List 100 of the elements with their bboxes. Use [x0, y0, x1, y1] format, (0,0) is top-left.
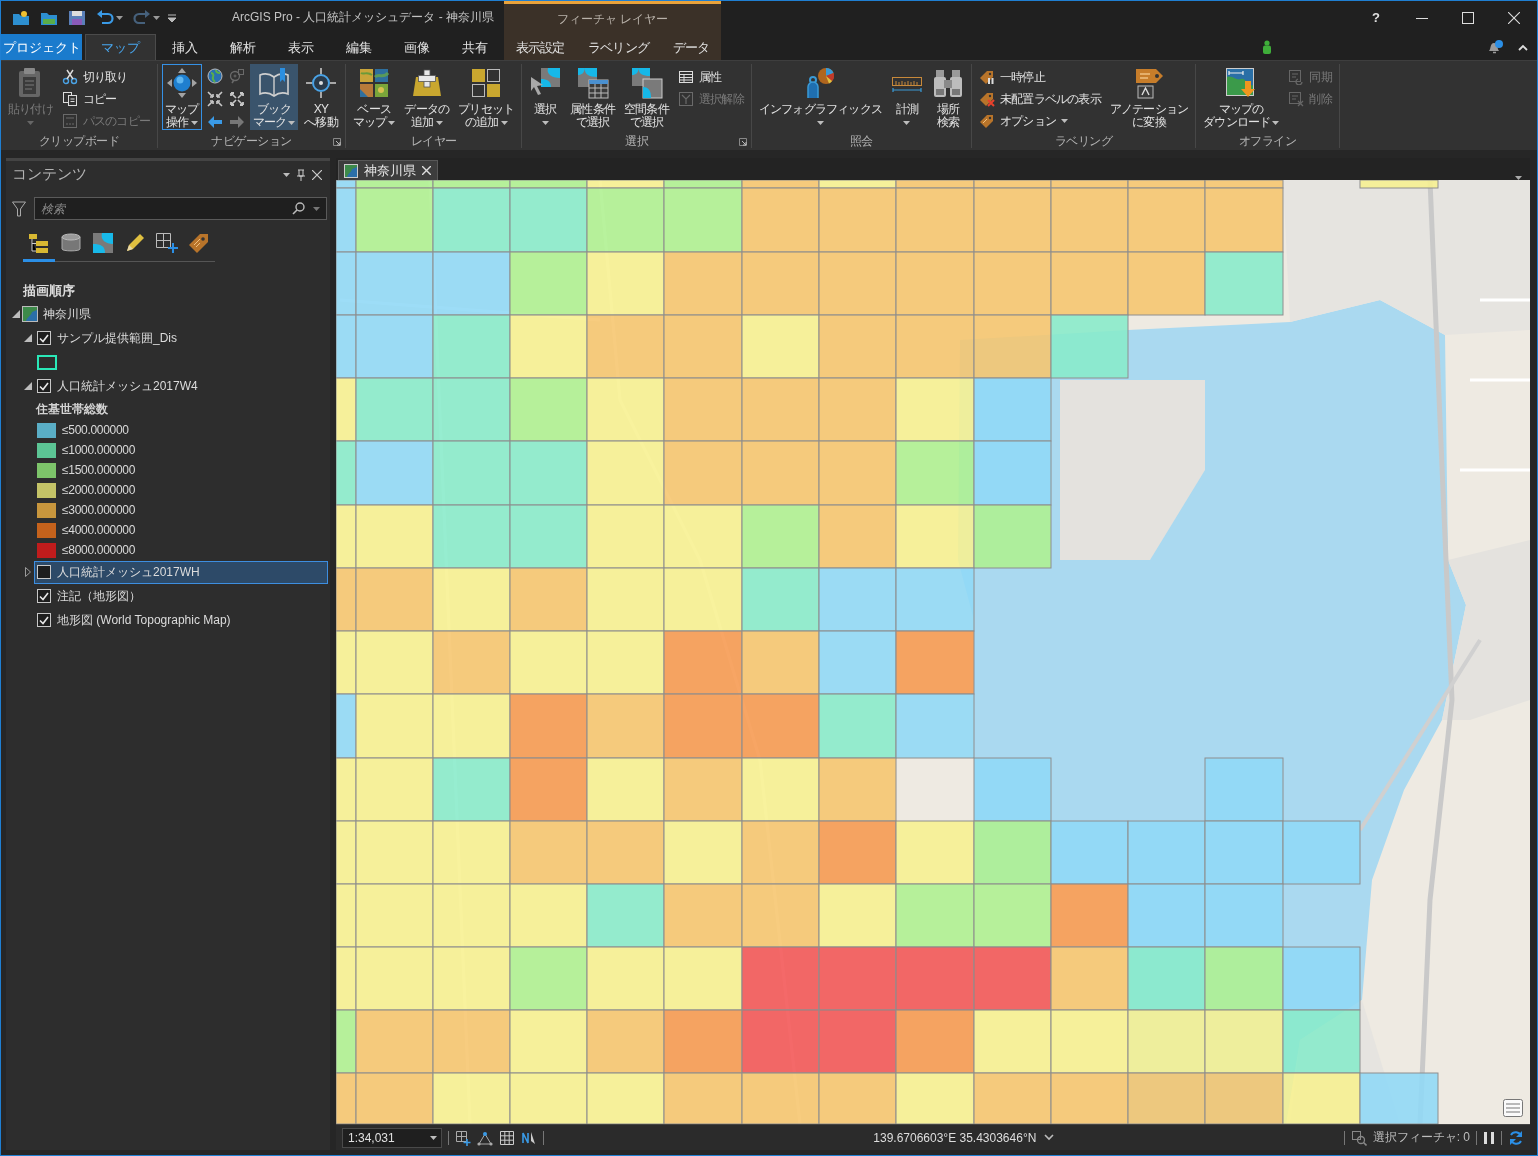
map-tab[interactable]: 神奈川県: [338, 160, 438, 180]
bell-icon[interactable]: [1486, 39, 1504, 55]
ribbon-tab[interactable]: 共有: [446, 34, 504, 60]
maximize-icon[interactable]: [1462, 11, 1474, 24]
contextual-tab-header: フィーチャ レイヤー: [556, 11, 669, 28]
attributes-button[interactable]: 属性: [674, 66, 747, 88]
unplaced-labels-button[interactable]: 未配置ラベルの表示: [975, 88, 1104, 110]
dialog-launcher-icon[interactable]: [738, 137, 747, 146]
ribbon-tab[interactable]: ラベリング: [582, 34, 656, 60]
snap-points-icon[interactable]: [477, 1129, 493, 1146]
layer-item[interactable]: 人口統計メッシュ2017WH: [34, 560, 328, 584]
arrows-outward-icon[interactable]: [228, 91, 245, 107]
layer-item[interactable]: サンプル提供範囲_Dis: [34, 326, 328, 350]
ribbon-tab[interactable]: 表示: [272, 34, 330, 60]
grid-plus-icon[interactable]: [455, 1129, 471, 1146]
go-to-xy-button[interactable]: XY へ移動: [301, 64, 341, 130]
pause-icon[interactable]: [1483, 1130, 1495, 1145]
ribbon-tab[interactable]: 画像: [388, 34, 446, 60]
map-navigate-button[interactable]: マップ 操作: [162, 64, 202, 130]
ribbon-tab[interactable]: 編集: [330, 34, 388, 60]
caret-icon: [1272, 120, 1280, 125]
map-icon: [344, 163, 358, 178]
expanded-arrow-icon[interactable]: [24, 382, 32, 390]
ribbon-tab[interactable]: マップ: [85, 34, 156, 60]
person-icon[interactable]: [1262, 40, 1272, 54]
book-icon: [257, 67, 290, 99]
dialog-launcher-icon[interactable]: [332, 137, 341, 146]
ribbon-tab[interactable]: 表示設定: [509, 34, 571, 60]
pause-labeling-button[interactable]: 一時停止: [975, 66, 1104, 88]
help-button[interactable]: ?: [1353, 1, 1399, 34]
filter-icon[interactable]: [12, 200, 26, 217]
layer-name: 人口統計メッシュ2017W4: [57, 377, 198, 395]
customize-caret-icon[interactable]: [168, 13, 176, 22]
caret-icon: [116, 15, 123, 20]
map-name: 神奈川県: [43, 305, 91, 323]
collapsed-arrow-icon[interactable]: [25, 567, 31, 577]
copy-button[interactable]: コピー: [58, 88, 153, 110]
download-map-button[interactable]: マップの ダウンロード: [1200, 64, 1283, 130]
section-heading: 描画順序: [23, 281, 75, 300]
measure-button[interactable]: 計測: [887, 64, 926, 130]
basemap-button[interactable]: ベース マップ: [349, 64, 399, 130]
layer-checkbox[interactable]: [37, 613, 51, 627]
tag-cross-icon: [978, 91, 995, 107]
group-label: 照会: [849, 133, 873, 150]
layer-checkbox[interactable]: [37, 565, 51, 579]
infographics-button[interactable]: インフォグラフィックス: [755, 64, 885, 130]
ribbon-tab[interactable]: 解析: [214, 34, 272, 60]
layer-item[interactable]: 注記（地形図）: [34, 584, 328, 608]
caret-icon: [903, 121, 911, 125]
person-pie-chart-icon: [804, 67, 837, 99]
chevron-down-icon[interactable]: [1044, 1134, 1055, 1141]
cut-button[interactable]: 切り取り: [58, 66, 153, 88]
select-by-location-button[interactable]: 空間条件 で選択: [621, 64, 672, 130]
chevron-up-icon[interactable]: [1518, 43, 1528, 51]
scale-dropdown[interactable]: 1:34,031: [342, 1127, 442, 1148]
legend-heading: 住基世帯総数: [36, 400, 108, 418]
selected-features-count: 選択フィーチャ: 0: [1372, 1129, 1470, 1146]
backstage-tab[interactable]: プロジェクト: [1, 34, 82, 60]
select-by-attributes-button[interactable]: 属性条件 で選択: [567, 64, 619, 130]
pin-icon[interactable]: [296, 168, 306, 181]
arrows-inward-icon[interactable]: [206, 91, 223, 107]
add-preset-button[interactable]: プリセット の追加: [455, 64, 518, 130]
locate-button[interactable]: 場所 検索: [928, 64, 967, 130]
ribbon-tab[interactable]: データ: [666, 34, 716, 60]
table-grid-icon[interactable]: [499, 1129, 515, 1146]
map-tiles-icon: [358, 67, 391, 99]
layer-checkbox[interactable]: [37, 331, 51, 345]
legend-label: ≤3000.000000: [62, 503, 136, 517]
layer-name: 人口統計メッシュ2017WH: [57, 563, 200, 581]
caret-icon: [1060, 119, 1068, 123]
caret-icon: [541, 121, 549, 125]
grid-plus-icon: [155, 231, 179, 254]
map-selection-icon: [92, 231, 114, 254]
panel-icon[interactable]: [1503, 1099, 1523, 1117]
close-icon[interactable]: [312, 169, 322, 180]
save-icon: [68, 9, 86, 26]
globe-icon[interactable]: [206, 68, 223, 84]
layer-name: 地形図 (World Topographic Map): [57, 611, 231, 629]
delete-icon: [1288, 91, 1305, 107]
convert-to-annotation-button[interactable]: アノテーション に変換: [1106, 64, 1192, 130]
layer-checkbox[interactable]: [37, 379, 51, 393]
label-options-button[interactable]: オプション: [975, 110, 1104, 132]
back-arrow-icon[interactable]: [206, 114, 223, 130]
layer-item[interactable]: 地形図 (World Topographic Map): [34, 608, 328, 632]
bookmarks-button[interactable]: ブック マーク: [249, 64, 299, 130]
search-icon[interactable]: [292, 202, 305, 215]
layer-name: 注記（地形図）: [57, 587, 141, 605]
close-icon[interactable]: [1508, 11, 1520, 24]
layer-item[interactable]: 人口統計メッシュ2017W4: [34, 374, 328, 398]
squares-icon: [470, 67, 503, 99]
expanded-arrow-icon[interactable]: [12, 310, 20, 318]
refresh-icon[interactable]: [1508, 1129, 1524, 1146]
search-field[interactable]: 検索: [34, 197, 327, 220]
ribbon-tab[interactable]: 挿入: [156, 34, 214, 60]
layer-checkbox[interactable]: [37, 589, 51, 603]
pane-title: コンテンツ: [12, 165, 87, 184]
expanded-arrow-icon[interactable]: [24, 334, 32, 342]
add-data-button[interactable]: データの 追加: [401, 64, 453, 130]
select-button[interactable]: 選択: [526, 64, 565, 130]
coordinates-readout: 139.6706603°E 35.4303646°N: [873, 1130, 1037, 1145]
